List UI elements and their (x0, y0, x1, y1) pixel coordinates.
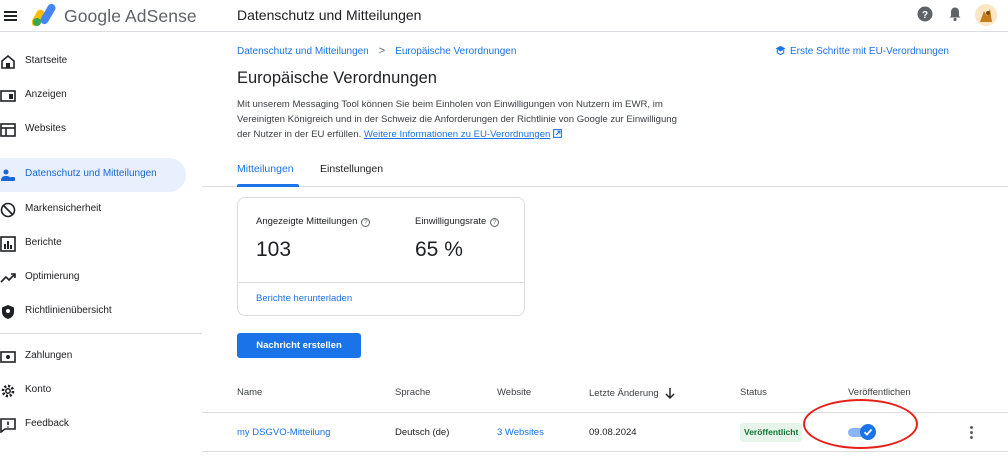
tab-mitteilungen[interactable]: Mitteilungen (237, 163, 294, 175)
tab-bar: Mitteilungen Einstellungen (202, 159, 1008, 187)
main-content: Datenschutz und Mitteilungen > Europäische… (202, 33, 1008, 458)
sidebar-item-markensicherheit[interactable]: Markensicherheit (0, 193, 186, 227)
page-title: Europäische Verordnungen (237, 69, 437, 87)
sidebar-item-anzeigen[interactable]: Anzeigen (0, 79, 186, 113)
sidebar-item-konto[interactable]: Konto (0, 374, 186, 408)
column-header-language[interactable]: Sprache (395, 387, 430, 398)
sidebar-item-label: Anzeigen (25, 89, 67, 100)
create-message-button[interactable]: Nachricht erstellen (237, 333, 361, 358)
sidebar: Startseite Anzeigen Websites Datenschutz… (0, 33, 202, 458)
more-info-link[interactable]: Weitere Informationen zu EU-Verordnungen (364, 129, 550, 140)
top-bar: Google AdSense Datenschutz und Mitteilun… (0, 0, 1008, 32)
highlight-annotation-circle (803, 399, 918, 449)
sidebar-item-label: Feedback (25, 418, 69, 429)
sidebar-item-label: Konto (25, 384, 52, 395)
sidebar-item-label: Startseite (25, 55, 68, 66)
sidebar-item-label: Zahlungen (25, 350, 73, 361)
arrow-down-icon (665, 388, 675, 399)
column-header-website[interactable]: Website (497, 387, 531, 398)
sidebar-item-websites[interactable]: Websites (0, 113, 186, 147)
column-header-status[interactable]: Status (740, 387, 767, 398)
reports-icon (0, 236, 16, 252)
column-header-name[interactable]: Name (237, 387, 262, 398)
sidebar-item-datenschutz[interactable]: Datenschutz und Mitteilungen (0, 158, 186, 192)
sidebar-item-startseite[interactable]: Startseite (0, 45, 186, 79)
breadcrumb: Datenschutz und Mitteilungen > Europäische… (237, 45, 516, 57)
sidebar-item-label: Richtlinienübersicht (25, 305, 112, 316)
sidebar-item-label: Optimierung (25, 271, 80, 282)
sidebar-divider (0, 333, 202, 334)
shown-messages-label-text: Angezeigte Mitteilungen (256, 216, 358, 227)
gear-icon (1, 384, 15, 398)
column-header-publish[interactable]: Veröffentlichen (848, 387, 911, 398)
sidebar-item-zahlungen[interactable]: Zahlungen (0, 340, 186, 374)
page-description: Mit unserem Messaging Tool können Sie be… (237, 97, 687, 142)
school-icon (775, 45, 786, 56)
consent-rate-label-text: Einwilligungsrate (415, 216, 487, 227)
sidebar-item-optimierung[interactable]: Optimierung (0, 261, 186, 295)
breadcrumb-parent-link[interactable]: Datenschutz und Mitteilungen (237, 46, 369, 57)
message-websites-link[interactable]: 3 Websites (497, 427, 544, 438)
websites-icon (0, 123, 16, 137)
tab-einstellungen[interactable]: Einstellungen (320, 163, 383, 175)
active-tab-indicator (237, 184, 299, 187)
bell-icon[interactable] (947, 6, 963, 22)
stats-card: Angezeigte Mitteilungen? 103 Einwilligun… (237, 197, 525, 316)
sidebar-item-label: Datenschutz und Mitteilungen (25, 168, 157, 179)
eu-getting-started-label: Erste Schritte mit EU-Verordnungen (790, 46, 949, 57)
feedback-icon (0, 418, 16, 433)
consent-rate-label: Einwilligungsrate? (415, 216, 500, 227)
sidebar-item-label: Markensicherheit (25, 203, 102, 214)
shield-icon (2, 305, 14, 319)
breadcrumb-current-link[interactable]: Europäische Verordnungen (395, 46, 516, 57)
sidebar-item-label: Berichte (25, 237, 62, 248)
trending-icon (0, 273, 16, 283)
more-vert-icon[interactable] (968, 425, 976, 441)
app-title: Datenschutz und Mitteilungen (237, 7, 422, 23)
eu-getting-started-link[interactable]: Erste Schritte mit EU-Verordnungen (775, 45, 949, 57)
home-icon (1, 54, 15, 69)
message-language: Deutsch (de) (395, 427, 450, 438)
column-header-last-modified-text: Letzte Änderung (589, 388, 659, 399)
block-icon (0, 202, 16, 218)
column-header-last-modified[interactable]: Letzte Änderung (589, 387, 675, 399)
status-badge: Veröffentlicht (740, 423, 802, 442)
help-icon[interactable]: ? (917, 6, 933, 22)
sidebar-item-feedback[interactable]: Feedback (0, 408, 186, 442)
shown-messages-value: 103 (256, 238, 292, 261)
privacy-icon (1, 169, 15, 181)
brand-name: Google AdSense (64, 6, 197, 26)
help-icon[interactable]: ? (361, 218, 371, 227)
ads-icon (0, 90, 16, 102)
shown-messages-label: Angezeigte Mitteilungen? (256, 216, 371, 227)
sidebar-item-berichte[interactable]: Berichte (0, 227, 186, 261)
consent-rate-value: 65 % (415, 238, 463, 261)
sidebar-item-label: Websites (25, 123, 66, 134)
open-external-icon[interactable] (553, 129, 562, 138)
svg-text:?: ? (922, 10, 928, 21)
payments-icon (0, 351, 16, 363)
card-divider (238, 282, 524, 283)
message-name-link[interactable]: my DSGVO-Mitteilung (237, 427, 330, 438)
help-icon[interactable]: ? (490, 218, 500, 227)
avatar[interactable] (975, 4, 997, 26)
message-last-modified: 09.08.2024 (589, 427, 637, 438)
download-reports-link[interactable]: Berichte herunterladen (256, 293, 352, 304)
menu-icon[interactable] (2, 6, 22, 26)
adsense-logo (32, 3, 56, 27)
breadcrumb-separator: > (378, 45, 386, 57)
sidebar-item-richtlinien[interactable]: Richtlinienübersicht (0, 295, 186, 329)
